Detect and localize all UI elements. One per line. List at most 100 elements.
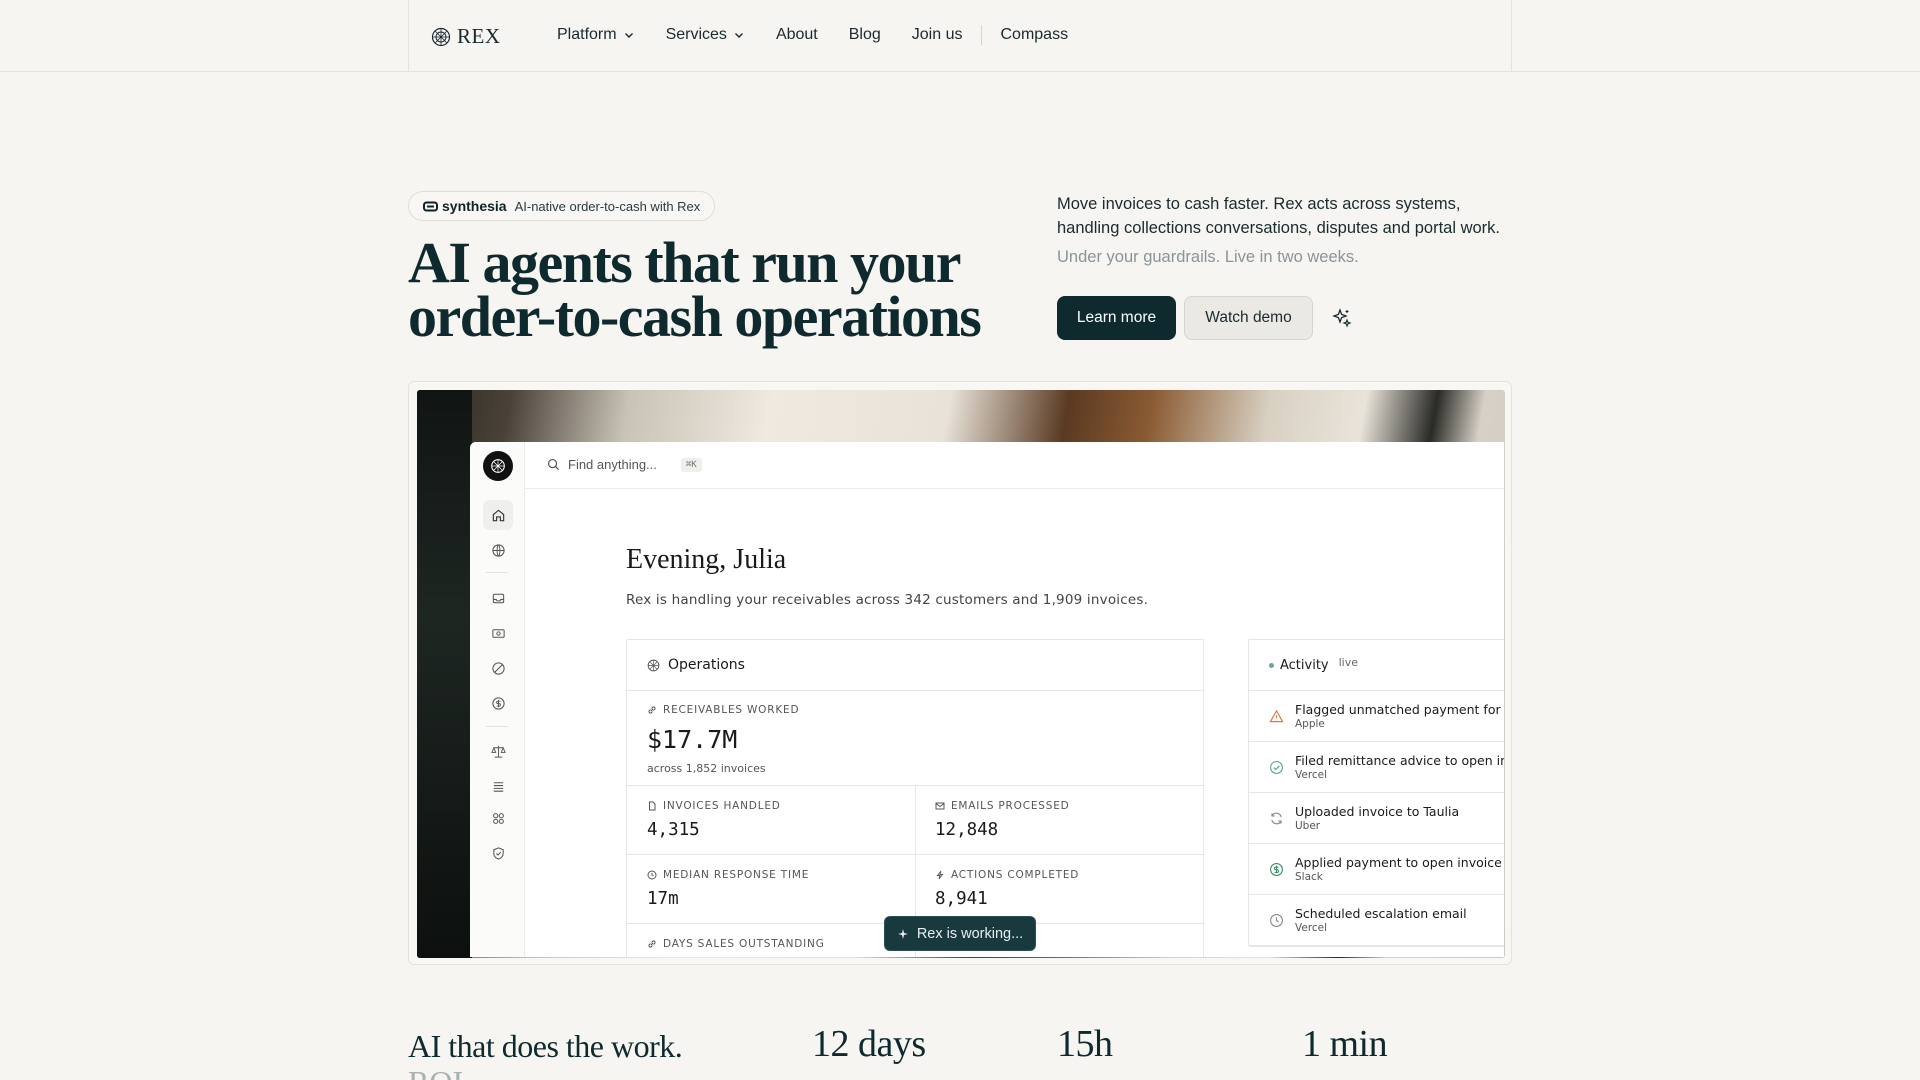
app-search-bar: Find anything... ⌘K [525, 442, 1504, 489]
chevron-down-icon [734, 33, 743, 38]
sparkle-icon [897, 928, 908, 939]
sidebar-divider [486, 572, 508, 573]
activity-panel: Activity live Flagged unmatched payment … [1248, 639, 1504, 947]
shield-icon[interactable] [483, 838, 513, 868]
greeting-summary: Rex is handling your receivables across … [626, 592, 1149, 608]
metric-invoices: Invoices handled 4,315 [647, 800, 781, 840]
divider [627, 785, 1205, 786]
activity-item[interactable]: Uploaded invoice to Taulia Uber [1249, 793, 1504, 844]
nav-join-us-label: Join us [911, 26, 963, 43]
top-navigation: REX Platform Services About Blog Join us [0, 0, 1920, 72]
hero-subtext: Under your guardrails. Live in two weeks… [1057, 248, 1359, 266]
nav-services-label: Services [665, 26, 727, 43]
rex-logo-icon [431, 27, 451, 46]
warning-icon [1269, 709, 1284, 723]
activity-live-label: live [1338, 655, 1359, 669]
nav-blog-label: Blog [848, 26, 881, 43]
metric-receivables-sub: across 1,852 invoices [647, 762, 766, 775]
activity-item-company: Apple [1295, 718, 1325, 730]
announcement-badge[interactable]: synthesia AI-native order-to-cash with R… [408, 191, 716, 221]
metric-receivables-value: $17.7M [647, 725, 738, 754]
app-window: Find anything... ⌘K Evening, Julia Rex i… [470, 442, 1504, 957]
activity-item[interactable]: Applied payment to open invoice Slack [1249, 844, 1504, 895]
brand-name: REX [457, 24, 501, 48]
metric-dso-label: Days sales outstanding [647, 938, 825, 950]
app-sidebar [470, 442, 525, 957]
badge-brand-name: synthesia [442, 198, 507, 214]
nav-blog[interactable]: Blog [849, 26, 881, 44]
rex-logo-icon [647, 659, 660, 671]
activity-item[interactable]: Filed remittance advice to open inv Verc… [1249, 742, 1504, 793]
hero-description: Move invoices to cash faster. Rex acts a… [1057, 195, 1501, 237]
sparkle-icon[interactable] [1330, 306, 1354, 330]
metric-response-value: 17m [647, 889, 679, 909]
metric-actions-value: 8,941 [935, 889, 988, 909]
metric-emails-value: 12,848 [935, 820, 999, 840]
nav-links: Platform Services About Blog Join us Com… [557, 25, 1099, 45]
search-shortcut: ⌘K [680, 457, 702, 472]
apps-icon[interactable] [483, 803, 513, 833]
inbox-icon[interactable] [483, 583, 513, 613]
activity-title: Activity [1280, 657, 1329, 673]
rex-logo-icon [491, 459, 505, 473]
metric-emails-label: Emails processed [935, 800, 1070, 812]
activity-item-text: Filed remittance advice to open inv [1295, 753, 1504, 768]
nav-about-label: About [775, 26, 818, 43]
badge-text: AI-native order-to-cash with Rex [514, 198, 701, 214]
metric-response-label: Median response time [647, 869, 809, 881]
nav-frame: REX Platform Services About Blog Join us [408, 0, 1512, 72]
database-icon[interactable] [483, 771, 513, 801]
metric-invoices-value: 4,315 [647, 820, 700, 840]
nav-platform[interactable]: Platform [557, 26, 635, 44]
hero-title: AI agents that run your order-to-cash op… [408, 230, 982, 349]
sidebar-divider [486, 726, 508, 727]
divider [627, 854, 1205, 855]
activity-item[interactable]: Flagged unmatched payment for re Apple [1249, 691, 1504, 742]
chevron-down-icon [624, 33, 633, 38]
activity-item-text: Scheduled escalation email [1295, 906, 1467, 921]
metric-emails: Emails processed 12,848 [935, 800, 1070, 840]
activity-item-company: Uber [1295, 820, 1321, 832]
metric-receivables-label: Receivables worked [647, 704, 799, 716]
synthesia-logo-icon [423, 201, 438, 211]
learn-more-button[interactable]: Learn more [1057, 296, 1176, 340]
operations-title: Operations [668, 657, 745, 673]
scale-icon[interactable] [483, 736, 513, 766]
activity-item-company: Vercel [1295, 922, 1328, 934]
activity-item[interactable]: Scheduled escalation email Vercel [1249, 895, 1504, 946]
badge-brand: synthesia [423, 198, 507, 214]
search-icon [547, 458, 560, 471]
watch-demo-button[interactable]: Watch demo [1184, 296, 1313, 340]
metric-response-time: Median response time 17m [647, 869, 809, 909]
nav-services[interactable]: Services [666, 26, 745, 44]
activity-header: Activity live [1249, 640, 1504, 691]
refresh-icon [1271, 812, 1282, 825]
brand-logo[interactable]: REX [431, 24, 501, 49]
globe-icon[interactable] [483, 535, 513, 565]
nav-about[interactable]: About [776, 26, 818, 44]
banknote-icon[interactable] [483, 618, 513, 648]
activity-item-company: Slack [1295, 871, 1323, 883]
clock-icon [1270, 914, 1283, 927]
dollar-circle-icon[interactable] [483, 688, 513, 718]
operations-panel: Operations Receivables worked $17.7M acr… [626, 639, 1205, 957]
stat-value: 1 min [1302, 1023, 1388, 1065]
operations-header: Operations [627, 640, 1203, 691]
metric-invoices-label: Invoices handled [647, 800, 781, 812]
nav-compass[interactable]: Compass [1000, 26, 1068, 44]
dollar-icon [1270, 863, 1283, 876]
activity-item-text: Flagged unmatched payment for re [1295, 702, 1504, 717]
mail-icon [935, 802, 945, 810]
home-icon[interactable] [483, 500, 513, 530]
photo-dark-edge [417, 390, 472, 958]
search-input[interactable]: Find anything... ⌘K [547, 457, 702, 472]
metric-actions-label: Actions completed [935, 869, 1079, 881]
activity-item-company: Vercel [1295, 769, 1328, 781]
nav-join-us[interactable]: Join us [912, 26, 963, 44]
clock-icon [647, 870, 657, 880]
activity-item-text: Applied payment to open invoice [1295, 855, 1502, 870]
block-icon[interactable] [483, 653, 513, 683]
nav-divider [981, 25, 983, 45]
document-icon [649, 801, 656, 811]
app-logo[interactable] [483, 451, 513, 481]
